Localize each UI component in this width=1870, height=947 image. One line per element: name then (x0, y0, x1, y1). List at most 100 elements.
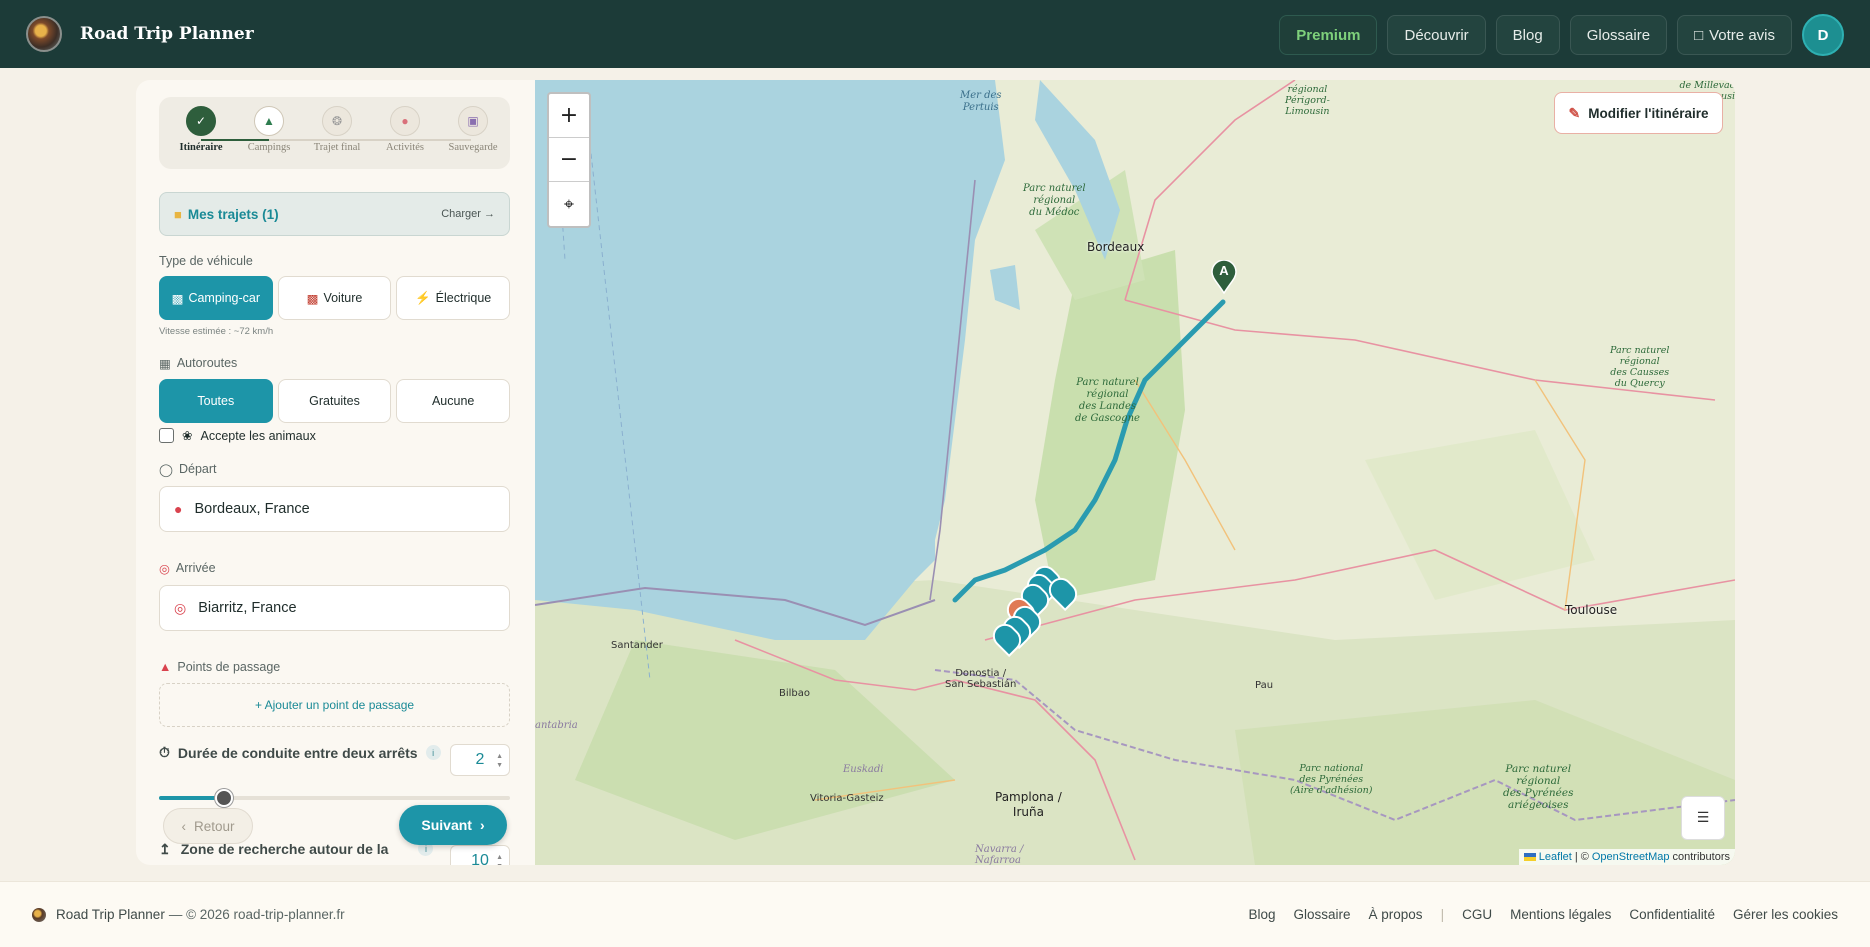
park-line: des Pyrénées (1503, 787, 1574, 799)
target-icon: ◎ (159, 562, 170, 576)
footer-link-legal[interactable]: Mentions légales (1510, 907, 1611, 922)
spinner-icon[interactable]: ▲▼ (496, 853, 503, 865)
park-line: Parc national (1299, 763, 1364, 774)
footer-link-glossary[interactable]: Glossaire (1293, 907, 1350, 922)
step-save[interactable]: ▣ Sauvegarde (438, 106, 508, 153)
waypoints-label-row: ▲ Points de passage (159, 660, 280, 674)
driving-duration-input[interactable]: 2 ▲ ▼ (450, 744, 510, 776)
premium-button[interactable]: Premium (1279, 15, 1378, 55)
driving-duration-slider[interactable] (159, 789, 510, 807)
step-final-route[interactable]: ❂ Trajet final (302, 106, 372, 153)
park-line: régional (1619, 356, 1660, 367)
blog-button[interactable]: Blog (1495, 15, 1560, 55)
back-button[interactable]: ‹ Retour (163, 808, 253, 844)
footer-brand[interactable]: Road Trip Planner (56, 907, 165, 922)
sea-line: Mer des (960, 90, 1002, 101)
option-label: Voiture (323, 291, 363, 305)
start-marker[interactable]: A (1211, 260, 1237, 294)
park-line: Parc naturel (1505, 763, 1572, 775)
check-icon: ✓ (186, 106, 216, 136)
vehicle-option-electric[interactable]: ⚡ Électrique (396, 276, 511, 320)
sea-label-pertuis: Mer des Pertuis (960, 90, 1002, 114)
step-itinerary[interactable]: ✓ Itinéraire (166, 106, 236, 153)
pets-label: Accepte les animaux (200, 428, 316, 443)
vehicle-type-label: Type de véhicule (159, 254, 253, 268)
leaflet-link[interactable]: Leaflet (1539, 851, 1572, 863)
pets-checkbox[interactable] (159, 428, 174, 443)
osm-link[interactable]: OpenStreetMap (1592, 851, 1670, 863)
map-canvas[interactable] (535, 80, 1735, 865)
footer-link-cookies[interactable]: Gérer les cookies (1733, 907, 1838, 922)
step-label: Campings (247, 142, 291, 153)
highway-option-none[interactable]: Aucune (396, 379, 511, 423)
park-line: régional (1516, 775, 1561, 787)
park-line: des Landes (1078, 401, 1137, 412)
mountain-icon: ▲ (254, 106, 284, 136)
highway-option-all[interactable]: Toutes (159, 379, 273, 423)
step-label: Sauvegarde (448, 142, 498, 153)
spinner-icon[interactable]: ▲▼ (496, 752, 503, 770)
driving-duration-label: Durée de conduite entre deux arrêts (177, 744, 418, 761)
modify-itinerary-button[interactable]: ✎ Modifier l'itinéraire (1554, 92, 1723, 134)
vehicle-option-car[interactable]: ▩ Voiture (277, 276, 392, 320)
attribution-separator: | © (1574, 851, 1589, 863)
departure-input[interactable]: ● Bordeaux, France (159, 486, 510, 532)
brand-title[interactable]: Road Trip Planner (80, 24, 254, 44)
footer-link-about[interactable]: À propos (1369, 907, 1423, 922)
park-line: de Gascogne (1075, 413, 1140, 424)
glossary-button[interactable]: Glossaire (1569, 15, 1668, 55)
step-activities[interactable]: ● Activités (370, 106, 440, 153)
region-label-euskadi: Euskadi (843, 764, 884, 775)
floppy-icon: ▣ (458, 106, 488, 136)
my-trips-label: Mes trajets (1) (187, 206, 279, 222)
place-label-vitoria: Vitoria-Gasteiz (810, 793, 884, 804)
back-label: Retour (193, 818, 235, 834)
lightning-icon: ⚡ (415, 290, 431, 305)
next-label: Suivant (421, 817, 472, 833)
slider-fill (159, 796, 223, 800)
arrival-input[interactable]: ◎ Biarritz, France (159, 585, 510, 631)
pets-checkbox-row[interactable]: ❀ Accepte les animaux (159, 428, 316, 443)
chevron-right-icon: › (479, 817, 485, 833)
park-line: régional (1033, 195, 1076, 206)
park-label-landes: Parc naturel régional des Landes de Gasc… (1075, 377, 1140, 425)
footer-link-cgu[interactable]: CGU (1462, 907, 1492, 922)
start-marker-label: A (1219, 263, 1229, 278)
user-avatar[interactable]: D (1802, 14, 1844, 56)
zoom-controls: + − ⌖ (547, 92, 591, 228)
discover-button[interactable]: Découvrir (1387, 15, 1486, 55)
load-trips-link[interactable]: Charger → (441, 208, 495, 220)
park-line: Parc naturel (1610, 345, 1670, 356)
search-zone-input[interactable]: 10 ▲▼ (450, 845, 510, 865)
locate-icon[interactable]: ⌖ (549, 182, 589, 226)
park-line: du Quercy (1614, 378, 1665, 389)
feedback-button[interactable]: □ Votre avis (1677, 15, 1792, 55)
info-icon[interactable]: i (425, 745, 441, 760)
option-label: Camping-car (188, 291, 261, 305)
park-label-quercy: Parc naturel régional des Causses du Que… (1610, 345, 1669, 389)
park-line: régional (1287, 84, 1328, 95)
zoom-in-button[interactable]: + (549, 94, 589, 138)
footer-divider: | (1440, 907, 1445, 922)
logo-icon[interactable] (26, 16, 62, 52)
route-map[interactable]: Bordeaux Toulouse Pau Bilbao Santander D… (535, 80, 1735, 865)
zoom-out-button[interactable]: − (549, 138, 589, 182)
place-label-bilbao: Bilbao (779, 688, 811, 699)
radius-icon: ↥ (159, 841, 171, 857)
vehicle-option-camper[interactable]: ▩ Camping-car (159, 276, 273, 320)
my-trips-panel[interactable]: ■ Mes trajets (1) Charger → (159, 192, 510, 236)
car-icon: ▩ (306, 291, 319, 306)
legend-list-icon[interactable]: ☰ (1681, 796, 1725, 840)
slider-thumb[interactable] (215, 789, 233, 807)
step-campings[interactable]: ▲ Campings (234, 106, 304, 153)
place-label-santander: Santander (611, 640, 663, 651)
park-line: régional (1086, 389, 1129, 400)
pin-icon: ● (390, 106, 420, 136)
footer-link-blog[interactable]: Blog (1248, 907, 1275, 922)
add-waypoint-button[interactable]: + Ajouter un point de passage (159, 683, 510, 727)
footer-link-privacy[interactable]: Confidentialité (1629, 907, 1715, 922)
footer-links: Blog Glossaire À propos | CGU Mentions l… (1248, 907, 1838, 922)
highway-option-free[interactable]: Gratuites (277, 379, 392, 423)
next-button[interactable]: Suivant › (399, 805, 507, 845)
pushpin-icon: ▲ (159, 660, 172, 674)
